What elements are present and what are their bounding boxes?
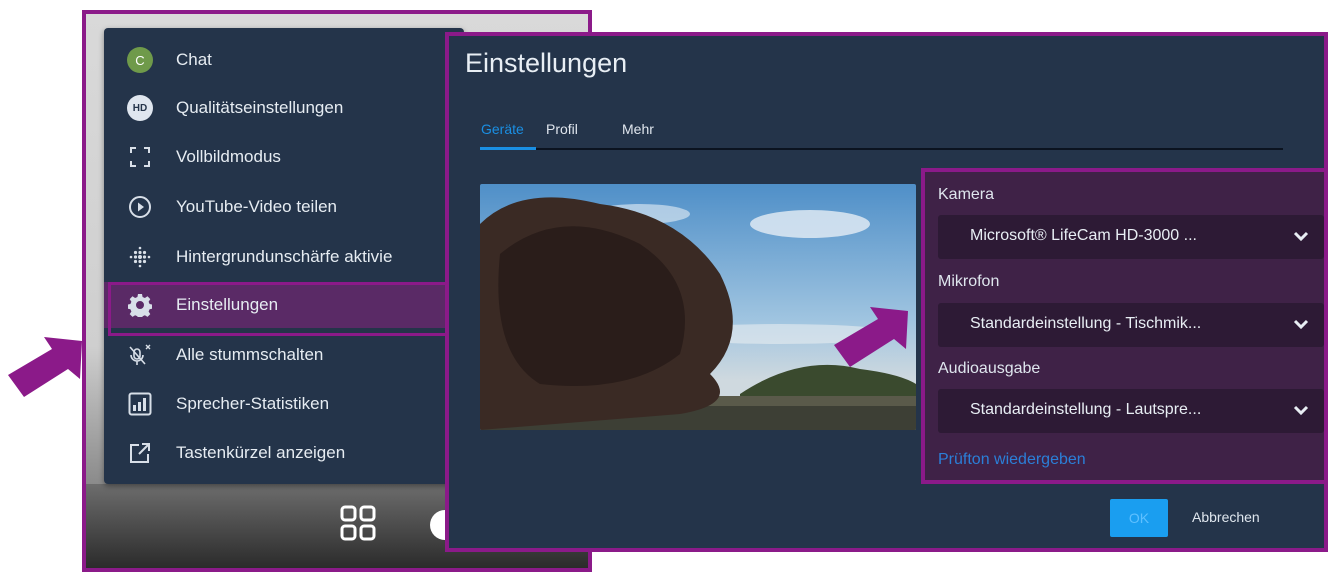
tab-more[interactable]: Mehr xyxy=(622,121,654,137)
overflow-menu: C Chat HD Qualitätseinstellungen Vollbil… xyxy=(104,28,464,484)
menu-item-label: Tastenkürzel anzeigen xyxy=(176,443,346,462)
menu-item-label: Vollbildmodus xyxy=(176,147,281,166)
tab-devices[interactable]: Geräte xyxy=(481,121,524,137)
menu-item-label: Chat xyxy=(176,50,212,69)
chevron-down-icon xyxy=(1293,319,1309,330)
settings-highlight-outline xyxy=(108,282,453,336)
ok-button[interactable]: OK xyxy=(1110,499,1168,537)
menu-item-youtube[interactable]: YouTube-Video teilen xyxy=(104,184,464,230)
mic-select[interactable]: Standardeinstellung - Tischmik... xyxy=(938,303,1324,347)
camera-label: Kamera xyxy=(938,186,995,203)
menu-item-label: Alle stummschalten xyxy=(176,345,324,364)
tile-view-icon[interactable] xyxy=(339,504,377,542)
blur-icon xyxy=(126,243,154,271)
menu-item-blur[interactable]: Hintergrundunschärfe aktivie xyxy=(104,234,464,280)
stats-icon xyxy=(126,390,154,418)
menu-item-speaker-stats[interactable]: Sprecher-Statistiken xyxy=(104,381,464,427)
chevron-down-icon xyxy=(1293,405,1309,416)
menu-item-label: YouTube-Video teilen xyxy=(176,197,338,216)
chat-avatar-icon: C xyxy=(126,46,154,74)
hd-icon: HD xyxy=(126,94,154,122)
annotation-arrow-right xyxy=(834,307,908,367)
dialog-title: Einstellungen xyxy=(465,48,628,78)
menu-item-label: Qualitätseinstellungen xyxy=(176,98,344,117)
menu-item-chat[interactable]: C Chat xyxy=(104,37,464,83)
fullscreen-icon xyxy=(126,143,154,171)
menu-item-label: Hintergrundunschärfe aktivie xyxy=(176,247,393,266)
mic-select-value: Standardeinstellung - Tischmik... xyxy=(970,315,1202,332)
audio-output-select[interactable]: Standardeinstellung - Lautspre... xyxy=(938,389,1324,433)
menu-item-shortcuts[interactable]: Tastenkürzel anzeigen xyxy=(104,430,464,476)
menu-item-fullscreen[interactable]: Vollbildmodus xyxy=(104,134,464,180)
play-circle-icon xyxy=(126,193,154,221)
menu-item-quality[interactable]: HD Qualitätseinstellungen xyxy=(104,85,464,131)
chevron-down-icon xyxy=(1293,231,1309,242)
menu-item-label: Sprecher-Statistiken xyxy=(176,394,330,413)
external-link-icon xyxy=(126,439,154,467)
camera-select[interactable]: Microsoft® LifeCam HD-3000 ... xyxy=(938,215,1324,259)
audio-output-label: Audioausgabe xyxy=(938,360,1041,377)
cancel-button[interactable]: Abbrechen xyxy=(1192,509,1260,525)
annotation-arrow-left xyxy=(8,337,82,397)
audio-output-select-value: Standardeinstellung - Lautspre... xyxy=(970,401,1202,418)
active-tab-underline xyxy=(480,147,536,150)
tab-profile[interactable]: Profil xyxy=(546,121,578,137)
tab-divider xyxy=(480,148,1283,150)
camera-select-value: Microsoft® LifeCam HD-3000 ... xyxy=(970,227,1197,244)
test-tone-link[interactable]: Prüfton wiedergeben xyxy=(938,451,1086,469)
mute-all-icon xyxy=(126,341,154,369)
menu-item-mute-all[interactable]: Alle stummschalten xyxy=(104,332,464,378)
mic-label: Mikrofon xyxy=(938,273,1000,290)
